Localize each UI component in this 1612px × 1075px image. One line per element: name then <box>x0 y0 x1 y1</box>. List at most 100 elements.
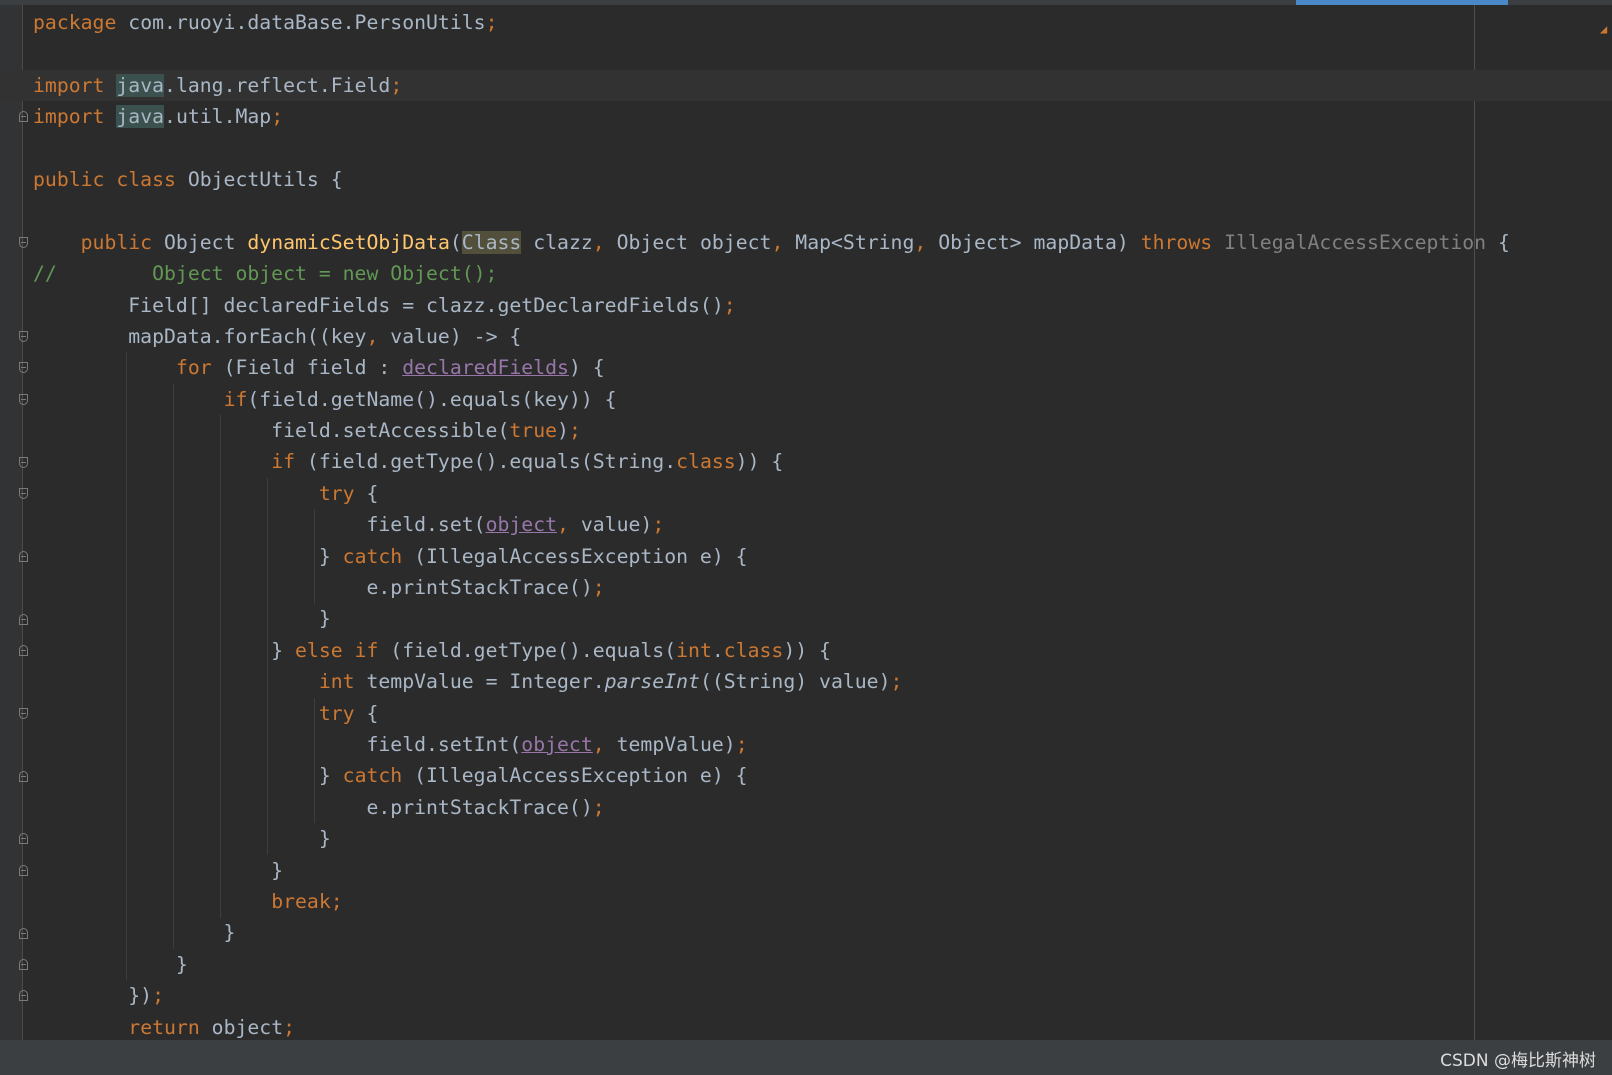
code-line[interactable]: }); <box>33 980 1612 1011</box>
code-line[interactable]: // Object object = new Object(); <box>33 258 1612 289</box>
fold-collapse-icon[interactable] <box>19 550 28 562</box>
code-token: Field[] declaredFields = clazz.getDeclar… <box>33 293 724 317</box>
horizontal-scroll-thumb[interactable] <box>1296 0 1508 5</box>
code-token: (field.getType().equals(String. <box>295 450 677 474</box>
fold-expand-icon[interactable] <box>19 236 28 248</box>
code-line[interactable]: e.printStackTrace(); <box>33 792 1612 823</box>
code-token: } <box>33 921 236 945</box>
code-token: catch <box>342 764 403 788</box>
code-token: e.printStackTrace() <box>33 795 593 819</box>
code-token: Object object <box>604 230 772 254</box>
code-line[interactable]: return object; <box>33 1012 1612 1043</box>
fold-expand-icon[interactable] <box>19 331 28 342</box>
code-token: class <box>676 450 736 474</box>
code-token: { <box>354 481 379 505</box>
code-line[interactable] <box>33 195 1612 226</box>
code-token: ; <box>485 11 498 34</box>
code-line[interactable]: import java.lang.reflect.Field; <box>0 69 1612 102</box>
code-token: , <box>366 324 379 348</box>
code-token: field.setAccessible( <box>33 419 510 443</box>
fold-collapse-icon[interactable] <box>19 613 28 625</box>
code-line[interactable]: } <box>33 855 1612 886</box>
gutter-divider <box>22 5 23 1040</box>
code-token: } <box>33 638 296 662</box>
fold-collapse-icon[interactable] <box>19 959 28 970</box>
code-line[interactable]: try { <box>33 478 1612 509</box>
code-token: IllegalAccessException <box>1224 230 1487 254</box>
code-line[interactable]: mapData.forEach((key, value) -> { <box>33 321 1612 352</box>
code-token: if <box>223 387 248 411</box>
code-token: , <box>592 732 605 756</box>
code-line[interactable]: break; <box>33 886 1612 917</box>
code-token: Object <box>152 230 248 254</box>
code-line[interactable]: } <box>33 823 1612 854</box>
code-token: (IllegalAccessException e) { <box>402 764 748 788</box>
code-token: } <box>33 607 331 631</box>
code-line[interactable]: } catch (IllegalAccessException e) { <box>33 760 1612 791</box>
code-token: mapData.forEach((key <box>33 324 367 348</box>
code-line[interactable]: field.setInt(object, tempValue); <box>33 729 1612 760</box>
code-token: try <box>318 481 355 505</box>
fold-collapse-icon[interactable] <box>19 645 28 656</box>
code-token: catch <box>342 544 403 568</box>
code-token: ((String) value) <box>699 670 891 694</box>
code-token: try <box>318 701 355 725</box>
code-token: , <box>557 513 569 537</box>
fold-collapse-icon[interactable] <box>19 833 28 845</box>
code-token: ; <box>568 419 581 443</box>
fold-expand-icon[interactable] <box>19 393 28 405</box>
fold-expand-icon[interactable] <box>19 707 28 719</box>
code-line[interactable]: for (Field field : declaredFields) { <box>33 352 1612 383</box>
code-token: tempValue = Integer. <box>354 670 605 694</box>
code-token: package <box>33 11 117 34</box>
code-line[interactable] <box>33 133 1612 164</box>
code-line[interactable]: } else if (field.getType().equals(int.cl… <box>33 635 1612 666</box>
code-line[interactable]: package com.ruoyi.dataBase.PersonUtils; <box>33 7 1612 38</box>
fold-expand-icon[interactable] <box>19 488 28 499</box>
code-token: .lang.reflect.Field <box>164 73 391 97</box>
code-token: )) { <box>735 450 784 474</box>
code-editor[interactable]: package com.ruoyi.dataBase.PersonUtils; i… <box>0 7 1612 1043</box>
fold-collapse-icon[interactable] <box>19 864 28 876</box>
code-token: ( <box>449 230 462 254</box>
code-token: declaredFields <box>402 356 569 380</box>
fold-collapse-icon[interactable] <box>19 770 28 782</box>
fold-collapse-icon[interactable] <box>19 927 28 939</box>
code-token: com.ruoyi.dataBase.PersonUtils <box>116 11 486 34</box>
code-token: class <box>723 638 784 662</box>
code-line[interactable]: public class ObjectUtils { <box>33 164 1612 195</box>
fold-collapse-icon[interactable] <box>19 990 28 1002</box>
code-line[interactable]: } <box>33 603 1612 634</box>
code-token: } <box>33 952 188 976</box>
code-token: tempValue) <box>604 732 736 756</box>
code-line[interactable]: import java.util.Map; <box>33 101 1612 132</box>
code-line[interactable]: int tempValue = Integer.parseInt((String… <box>33 666 1612 697</box>
code-line[interactable]: field.setAccessible(true); <box>33 415 1612 446</box>
code-line[interactable]: public Object dynamicSetObjData(Class cl… <box>33 227 1612 258</box>
code-token: } <box>33 764 343 788</box>
code-line[interactable]: } <box>33 917 1612 948</box>
code-line[interactable]: if(field.getName().equals(key)) { <box>33 384 1612 415</box>
code-token: ; <box>592 576 605 600</box>
code-line[interactable]: if (field.getType().equals(String.class)… <box>33 446 1612 477</box>
code-token: (Field field : <box>211 356 403 380</box>
code-token: java <box>116 73 165 97</box>
code-token: break; <box>271 889 343 913</box>
code-token: , <box>771 230 784 254</box>
code-line[interactable] <box>33 38 1612 69</box>
code-token: ; <box>152 984 165 1008</box>
code-line[interactable]: } catch (IllegalAccessException e) { <box>33 541 1612 572</box>
code-line[interactable]: Field[] declaredFields = clazz.getDeclar… <box>33 290 1612 321</box>
code-token: for <box>175 356 212 380</box>
fold-expand-icon[interactable] <box>19 456 28 468</box>
code-line[interactable]: field.set(object, value); <box>33 509 1612 540</box>
code-line[interactable]: try { <box>33 698 1612 729</box>
fold-collapse-icon[interactable] <box>19 111 28 123</box>
code-token: ; <box>735 732 748 756</box>
code-line[interactable]: } <box>33 949 1612 980</box>
fold-expand-icon[interactable] <box>19 362 28 374</box>
code-line[interactable]: e.printStackTrace(); <box>33 572 1612 603</box>
